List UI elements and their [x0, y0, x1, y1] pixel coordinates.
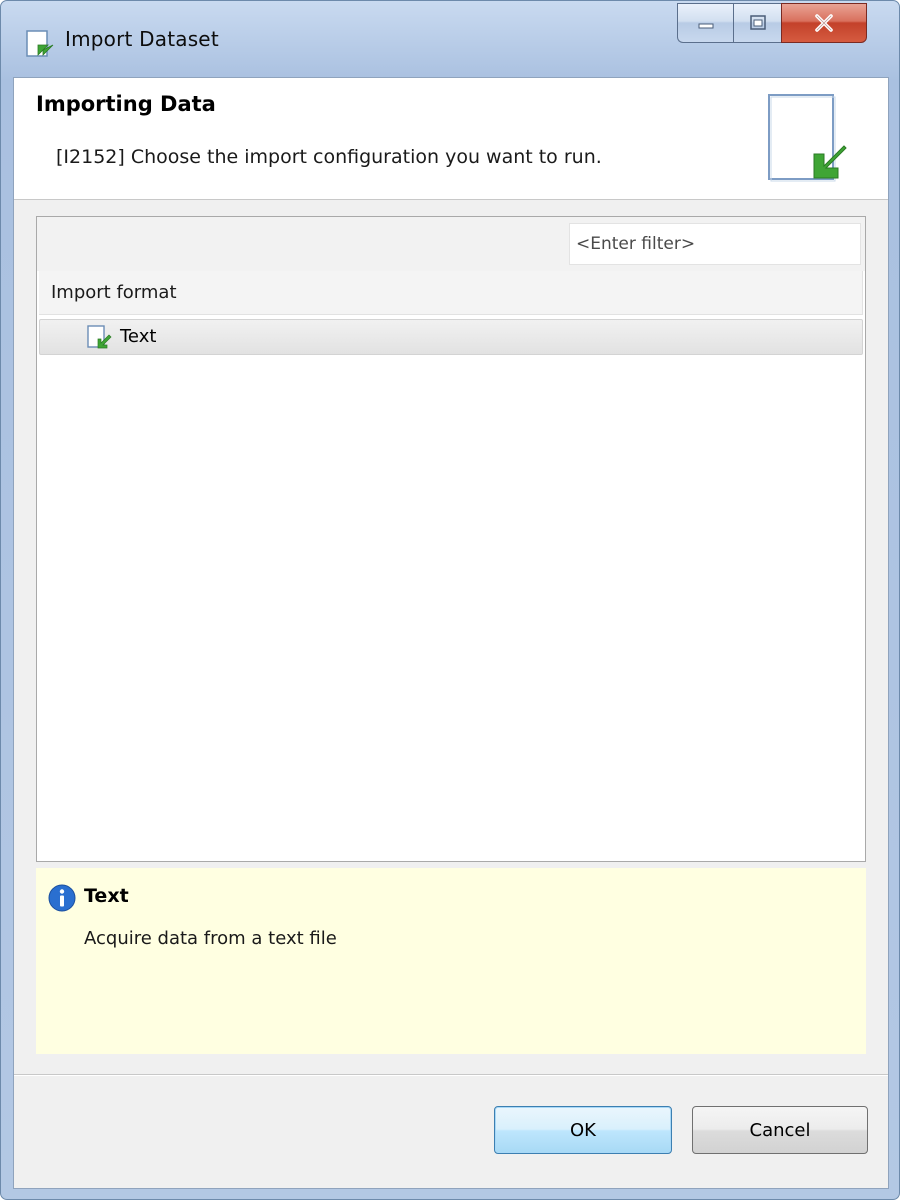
filter-bar	[37, 217, 865, 271]
tree-item-text[interactable]: Text	[39, 319, 863, 355]
import-document-icon	[87, 325, 112, 349]
filter-input[interactable]	[569, 223, 861, 265]
column-header-label: Import format	[51, 282, 177, 303]
page-description: [I2152] Choose the import configuration …	[56, 146, 602, 168]
info-icon	[48, 884, 76, 912]
wizard-header: Importing Data [I2152] Choose the import…	[14, 78, 888, 200]
maximize-button[interactable]	[733, 3, 781, 43]
tree-item-label: Text	[120, 326, 157, 347]
dialog-body: Importing Data [I2152] Choose the import…	[13, 77, 889, 1189]
ok-button[interactable]: OK	[494, 1106, 672, 1154]
maximize-icon	[749, 15, 766, 30]
button-bar-separator	[14, 1074, 888, 1076]
description-text: Acquire data from a text file	[84, 928, 337, 949]
minimize-button[interactable]	[677, 3, 733, 43]
caption-buttons	[677, 3, 867, 43]
import-document-icon	[26, 30, 54, 57]
title-bar[interactable]: Import Dataset	[1, 1, 899, 77]
import-dataset-window: Import Dataset Importing Data [I2152] Ch…	[0, 0, 900, 1200]
window-title: Import Dataset	[65, 27, 219, 51]
close-icon	[815, 14, 833, 32]
import-document-large-icon	[768, 94, 847, 182]
column-header-import-format[interactable]: Import format	[39, 271, 863, 315]
cancel-button[interactable]: Cancel	[692, 1106, 868, 1154]
description-panel: Text Acquire data from a text file	[36, 868, 866, 1054]
minimize-icon	[698, 23, 713, 29]
page-title: Importing Data	[36, 92, 216, 116]
close-button[interactable]	[781, 3, 867, 43]
configuration-list-panel: Import format Text	[36, 216, 866, 862]
description-title: Text	[84, 885, 129, 907]
